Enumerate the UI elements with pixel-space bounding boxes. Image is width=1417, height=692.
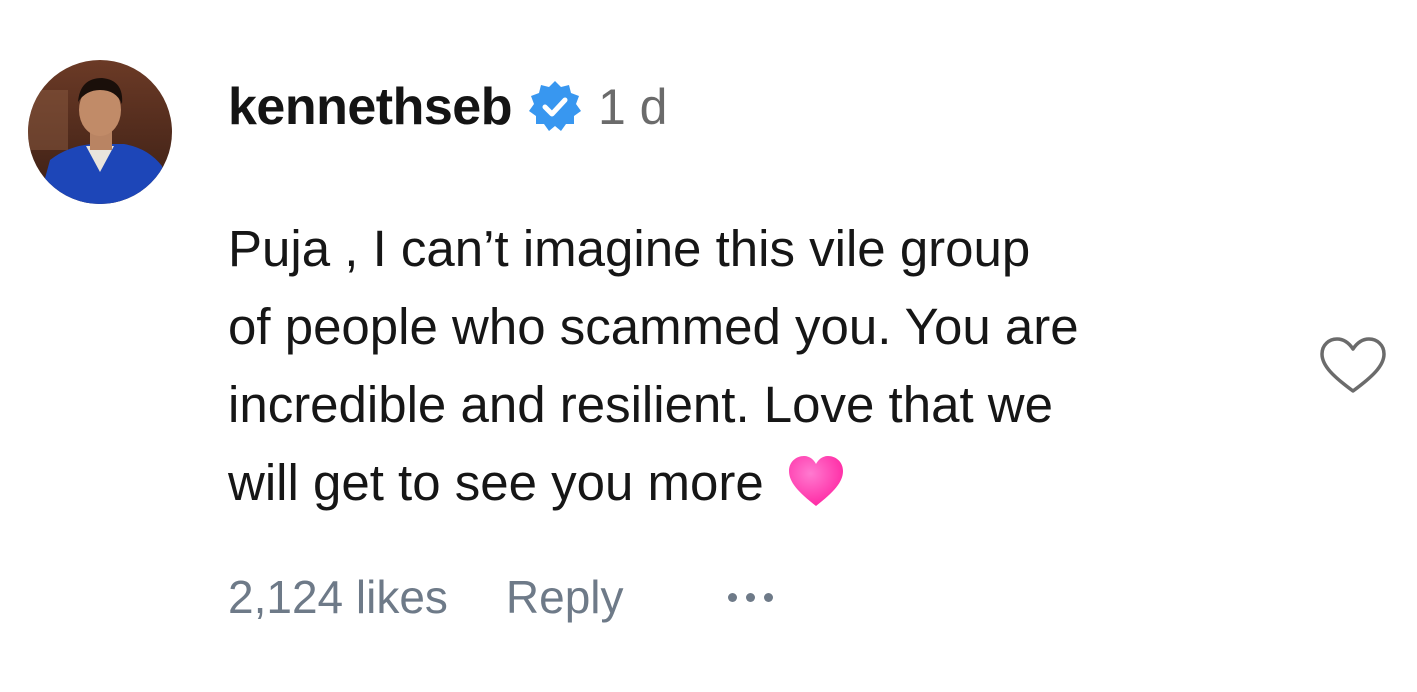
avatar-image	[28, 60, 172, 204]
comment-line: incredible and resilient. Love that we	[228, 376, 1053, 433]
comment-header: kennethseb 1 d	[228, 72, 668, 142]
comment-line: of people who scammed you. You are	[228, 298, 1079, 355]
pink-heart-emoji-icon	[786, 454, 846, 510]
verified-badge-icon	[526, 78, 584, 136]
like-heart-icon[interactable]	[1318, 336, 1388, 396]
dot	[763, 592, 773, 602]
comment-line: Puja , I can’t imagine this vile group	[228, 220, 1031, 277]
username[interactable]: kennethseb	[228, 77, 512, 137]
timestamp: 1 d	[597, 79, 668, 135]
more-options-icon[interactable]	[727, 577, 773, 617]
dot	[745, 592, 755, 602]
comment-text: Puja , I can’t imagine this vile group o…	[228, 210, 1308, 522]
comment-footer: 2,124 likes Reply	[228, 562, 773, 632]
avatar[interactable]	[28, 60, 172, 204]
comment-line-last: will get to see you more	[228, 444, 1308, 522]
comment-line-text: will get to see you more	[228, 454, 764, 511]
dot	[727, 592, 737, 602]
reply-button[interactable]: Reply	[506, 570, 624, 624]
likes-count[interactable]: 2,124 likes	[228, 570, 448, 624]
